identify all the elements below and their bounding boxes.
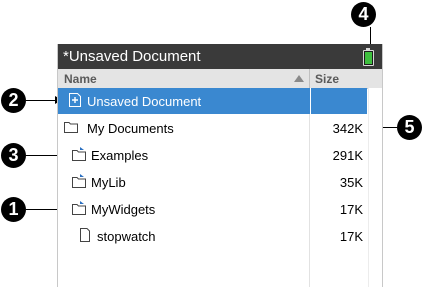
- list-item-size: 342K: [332, 121, 363, 136]
- document-new-icon: [69, 93, 81, 107]
- folder-shortcut-icon: [72, 174, 86, 188]
- folder-icon: [64, 122, 78, 133]
- callout-5: 5: [397, 115, 422, 140]
- list-item-mywidgets[interactable]: MyWidgets 17K: [58, 196, 367, 222]
- callout-4: 4: [351, 2, 376, 27]
- file-icon: [80, 228, 90, 242]
- list-item-label: My Documents: [87, 121, 174, 136]
- callout-4-leader: [370, 27, 371, 45]
- sort-ascending-icon[interactable]: [294, 75, 304, 82]
- list-item-examples[interactable]: Examples 291K: [58, 142, 367, 168]
- list-item-mylib[interactable]: MyLib 35K: [58, 169, 367, 195]
- callout-2-leader: [26, 96, 62, 104]
- battery-icon: [363, 48, 374, 66]
- folder-shortcut-icon: [72, 201, 86, 215]
- list-item-size: 35K: [339, 175, 363, 190]
- list-item-size: 17K: [339, 202, 363, 217]
- list-item-label: stopwatch: [97, 229, 156, 244]
- column-header: Name Size: [58, 69, 382, 89]
- column-name-header[interactable]: Name: [64, 72, 97, 86]
- callout-1: 1: [1, 197, 26, 222]
- list-item-label: Unsaved Document: [87, 94, 202, 109]
- list-item-my-documents[interactable]: My Documents 342K: [58, 115, 367, 141]
- list-item-label: MyLib: [91, 175, 126, 190]
- callout-2: 2: [1, 88, 26, 113]
- title-bar: *Unsaved Document: [58, 44, 382, 69]
- column-separator: [309, 69, 310, 88]
- file-browser-window: *Unsaved Document Name Size Unsaved Docu…: [57, 44, 383, 287]
- list-item-unsaved-document[interactable]: Unsaved Document: [58, 88, 367, 114]
- folder-shortcut-icon: [72, 147, 86, 161]
- list-item-size: 291K: [332, 148, 363, 163]
- list-item-stopwatch[interactable]: stopwatch 17K: [58, 223, 367, 249]
- scrollbar-track[interactable]: [368, 88, 382, 287]
- list-item-size: 17K: [339, 229, 363, 244]
- list-item-label: Examples: [91, 148, 149, 163]
- callout-3: 3: [1, 143, 26, 168]
- window-title: *Unsaved Document: [63, 48, 201, 65]
- column-size-header[interactable]: Size: [315, 72, 339, 86]
- size-cell: [310, 88, 368, 114]
- list-item-label: MyWidgets: [91, 202, 156, 217]
